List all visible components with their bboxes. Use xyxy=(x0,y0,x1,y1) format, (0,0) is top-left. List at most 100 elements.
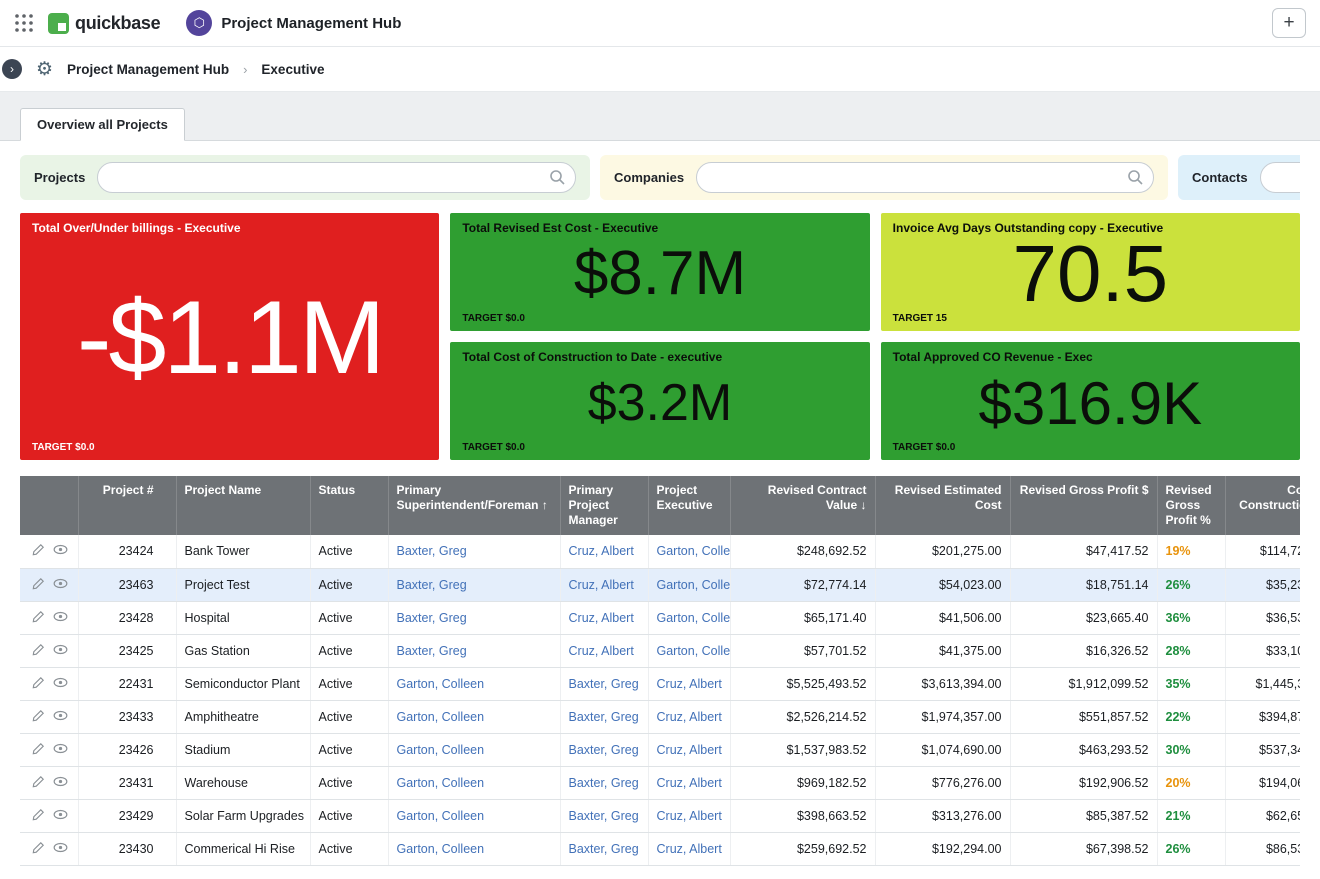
cell-superintendent[interactable]: Garton, Colleen xyxy=(388,700,560,733)
cell-executive[interactable]: Garton, Colleen xyxy=(648,535,730,568)
edit-record-pencil-icon[interactable] xyxy=(32,676,45,692)
edit-record-pencil-icon[interactable] xyxy=(32,543,45,559)
edit-record-pencil-icon[interactable] xyxy=(32,775,45,791)
cell-contract_value: $57,701.52 xyxy=(730,634,875,667)
view-record-eye-icon[interactable] xyxy=(53,776,68,790)
col-header-project_num[interactable]: Project # xyxy=(78,476,176,535)
cell-status: Active xyxy=(310,799,388,832)
view-record-eye-icon[interactable] xyxy=(53,578,68,592)
tab-overview-all-projects[interactable]: Overview all Projects xyxy=(20,108,185,141)
col-header-gross_profit[interactable]: Revised Gross Profit $ xyxy=(1010,476,1157,535)
companies-search-input[interactable] xyxy=(696,162,1154,193)
view-record-eye-icon[interactable] xyxy=(53,743,68,757)
view-record-eye-icon[interactable] xyxy=(53,710,68,724)
cell-executive[interactable]: Garton, Colleen xyxy=(648,634,730,667)
cell-pm[interactable]: Baxter, Greg xyxy=(560,667,648,700)
cell-pm[interactable]: Cruz, Albert xyxy=(560,535,648,568)
table-row: 22431Semiconductor PlantActiveGarton, Co… xyxy=(20,667,1300,700)
cell-pm[interactable]: Cruz, Albert xyxy=(560,601,648,634)
cell-executive[interactable]: Cruz, Albert xyxy=(648,832,730,865)
quickbase-logo-icon xyxy=(48,13,69,34)
sidebar-expander-chevron-icon[interactable]: › xyxy=(2,59,22,79)
kpi-title: Total Revised Est Cost - Executive xyxy=(462,221,857,235)
cell-project_num: 23428 xyxy=(78,601,176,634)
cell-pm[interactable]: Baxter, Greg xyxy=(560,799,648,832)
view-record-eye-icon[interactable] xyxy=(53,809,68,823)
cell-executive[interactable]: Garton, Colleen xyxy=(648,568,730,601)
view-record-eye-icon[interactable] xyxy=(53,677,68,691)
edit-record-pencil-icon[interactable] xyxy=(32,841,45,857)
col-header-contract_value[interactable]: Revised Contract Value ↓ xyxy=(730,476,875,535)
app-launcher-grid-icon[interactable] xyxy=(14,13,34,33)
edit-record-pencil-icon[interactable] xyxy=(32,808,45,824)
col-header-profit_pct[interactable]: Revised Gross Profit % xyxy=(1157,476,1225,535)
cell-pm[interactable]: Baxter, Greg xyxy=(560,733,648,766)
cell-status: Active xyxy=(310,568,388,601)
kpi-card-invoice-avg-days-outstanding[interactable]: Invoice Avg Days Outstanding copy - Exec… xyxy=(881,213,1300,331)
kpi-card-approved-co-revenue[interactable]: Total Approved CO Revenue - Exec $316.9K… xyxy=(881,342,1300,460)
breadcrumb-bar: › ⚙ Project Management Hub › Executive xyxy=(0,47,1320,92)
col-header-executive[interactable]: Project Executive xyxy=(648,476,730,535)
view-record-eye-icon[interactable] xyxy=(53,644,68,658)
cell-executive[interactable]: Garton, Colleen xyxy=(648,601,730,634)
cell-superintendent[interactable]: Baxter, Greg xyxy=(388,535,560,568)
col-header-pm[interactable]: Primary Project Manager xyxy=(560,476,648,535)
row-actions-cell xyxy=(20,832,78,865)
row-actions-cell xyxy=(20,568,78,601)
cell-superintendent[interactable]: Baxter, Greg xyxy=(388,568,560,601)
edit-record-pencil-icon[interactable] xyxy=(32,643,45,659)
view-record-eye-icon[interactable] xyxy=(53,611,68,625)
view-record-eye-icon[interactable] xyxy=(53,842,68,856)
projects-table-wrap: Project #Project NameStatusPrimary Super… xyxy=(20,476,1300,866)
cell-executive[interactable]: Cruz, Albert xyxy=(648,700,730,733)
kpi-card-over-under-billings[interactable]: Total Over/Under billings - Executive -$… xyxy=(20,213,439,460)
cell-contract_value: $248,692.52 xyxy=(730,535,875,568)
cell-gross_profit: $16,326.52 xyxy=(1010,634,1157,667)
cell-pm[interactable]: Baxter, Greg xyxy=(560,832,648,865)
contacts-search-input[interactable] xyxy=(1260,162,1300,193)
cell-executive[interactable]: Cruz, Albert xyxy=(648,733,730,766)
row-actions-cell xyxy=(20,535,78,568)
cell-cost_to_date: $36,532.00 xyxy=(1225,601,1300,634)
breadcrumb-current[interactable]: Executive xyxy=(261,62,324,77)
edit-record-pencil-icon[interactable] xyxy=(32,610,45,626)
quickbase-logo[interactable]: quickbase xyxy=(48,13,160,34)
companies-filter: Companies xyxy=(600,155,1168,200)
col-header-superintendent[interactable]: Primary Superintendent/Foreman ↑ xyxy=(388,476,560,535)
col-header-cost_to_date[interactable]: Cost of Construction to Date xyxy=(1225,476,1300,535)
cell-superintendent[interactable]: Baxter, Greg xyxy=(388,601,560,634)
kpi-target: TARGET $0.0 xyxy=(893,442,1288,453)
cell-superintendent[interactable]: Garton, Colleen xyxy=(388,766,560,799)
cell-pm[interactable]: Cruz, Albert xyxy=(560,568,648,601)
cell-profit_pct: 36% xyxy=(1157,601,1225,634)
cell-superintendent[interactable]: Garton, Colleen xyxy=(388,733,560,766)
cell-superintendent[interactable]: Garton, Colleen xyxy=(388,799,560,832)
cell-project_num: 23425 xyxy=(78,634,176,667)
cell-pm[interactable]: Cruz, Albert xyxy=(560,634,648,667)
app-identity[interactable]: ⬡ Project Management Hub xyxy=(186,10,401,36)
add-new-button[interactable]: + xyxy=(1272,8,1306,38)
projects-search-input[interactable] xyxy=(97,162,576,193)
cell-executive[interactable]: Cruz, Albert xyxy=(648,766,730,799)
cell-superintendent[interactable]: Garton, Colleen xyxy=(388,667,560,700)
cell-pm[interactable]: Baxter, Greg xyxy=(560,766,648,799)
col-header-status[interactable]: Status xyxy=(310,476,388,535)
view-record-eye-icon[interactable] xyxy=(53,544,68,558)
edit-record-pencil-icon[interactable] xyxy=(32,577,45,593)
cell-pm[interactable]: Baxter, Greg xyxy=(560,700,648,733)
col-header-name[interactable]: Project Name xyxy=(176,476,310,535)
settings-gear-icon[interactable]: ⚙ xyxy=(36,58,53,81)
cell-executive[interactable]: Cruz, Albert xyxy=(648,667,730,700)
cell-executive[interactable]: Cruz, Albert xyxy=(648,799,730,832)
cell-superintendent[interactable]: Garton, Colleen xyxy=(388,832,560,865)
projects-filter: Projects xyxy=(20,155,590,200)
edit-record-pencil-icon[interactable] xyxy=(32,742,45,758)
breadcrumb-root[interactable]: Project Management Hub xyxy=(67,62,229,77)
cell-contract_value: $259,692.52 xyxy=(730,832,875,865)
kpi-card-cost-of-construction-to-date[interactable]: Total Cost of Construction to Date - exe… xyxy=(450,342,869,460)
col-header-est_cost[interactable]: Revised Estimated Cost xyxy=(875,476,1010,535)
edit-record-pencil-icon[interactable] xyxy=(32,709,45,725)
cell-contract_value: $398,663.52 xyxy=(730,799,875,832)
cell-superintendent[interactable]: Baxter, Greg xyxy=(388,634,560,667)
kpi-card-revised-est-cost[interactable]: Total Revised Est Cost - Executive $8.7M… xyxy=(450,213,869,331)
